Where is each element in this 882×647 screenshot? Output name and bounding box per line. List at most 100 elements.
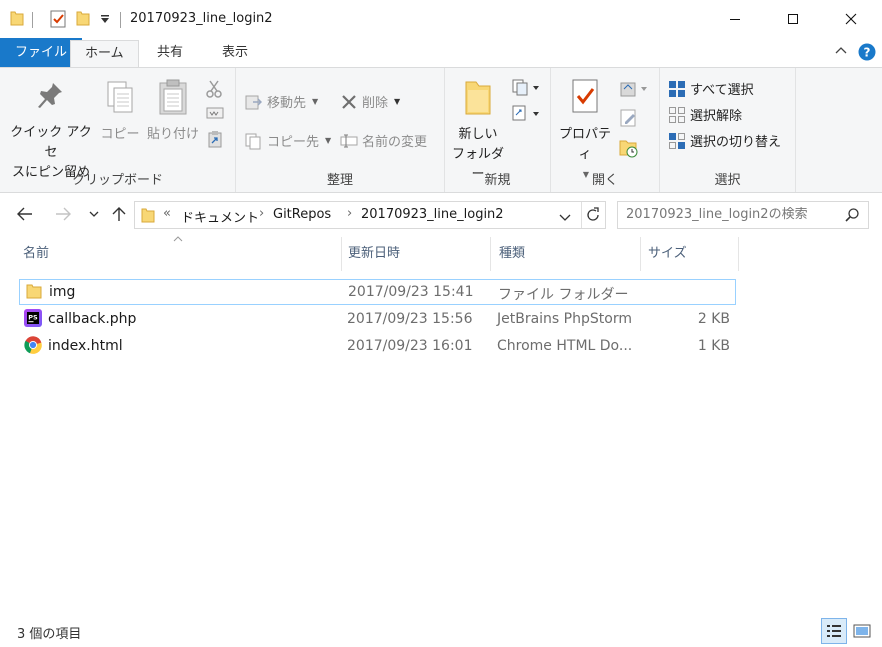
pin-quick-access-button[interactable]: クイック アクセ スにピン留め xyxy=(6,80,96,183)
maximize-button[interactable] xyxy=(764,0,822,38)
column-header-size[interactable]: サイズ xyxy=(642,237,738,271)
phpstorm-icon: PS xyxy=(24,309,42,331)
search-input[interactable] xyxy=(626,207,836,222)
copy-icon xyxy=(107,81,133,113)
column-divider[interactable] xyxy=(640,237,641,271)
tab-view[interactable]: 表示 xyxy=(208,40,262,68)
column-header-type[interactable]: 種類 xyxy=(493,237,641,271)
copy-button[interactable]: コピー xyxy=(100,80,140,145)
minimize-icon xyxy=(730,19,740,20)
open-group: プロパティ ▼ 開く xyxy=(551,68,660,192)
column-divider[interactable] xyxy=(490,237,491,271)
status-bar: 3 個の項目 xyxy=(0,614,882,647)
close-icon xyxy=(845,13,857,25)
select-all-icon xyxy=(669,80,685,97)
select-all-button[interactable]: すべて選択 xyxy=(668,79,754,98)
window-title: 20170923_line_login2 xyxy=(130,11,273,26)
large-icons-view-button[interactable] xyxy=(849,618,875,644)
open-icon[interactable] xyxy=(619,80,649,101)
back-arrow-icon xyxy=(17,207,32,221)
title-divider xyxy=(120,12,121,28)
file-name: callback.php xyxy=(48,311,137,327)
recent-locations-button[interactable] xyxy=(83,203,105,225)
new-folder-quick-icon[interactable] xyxy=(76,10,90,29)
folder-icon xyxy=(141,207,155,226)
organize-group-label: 整理 xyxy=(326,173,353,188)
breadcrumb-overflow[interactable]: « xyxy=(163,206,171,221)
address-divider xyxy=(581,202,582,228)
new-item-icon[interactable] xyxy=(511,78,541,99)
collapse-ribbon-icon[interactable] xyxy=(834,44,848,58)
clipboard-group: クイック アクセ スにピン留め コピー 貼り付け クリップボード xyxy=(0,68,236,192)
large-icons-view-icon xyxy=(853,624,871,638)
copy-to-icon xyxy=(245,133,261,149)
tab-home[interactable]: ホーム xyxy=(70,40,139,69)
rename-button[interactable]: 名前の変更 xyxy=(340,131,427,150)
breadcrumb-current-folder[interactable]: 20170923_line_login2 xyxy=(361,207,504,222)
select-none-button[interactable]: 選択解除 xyxy=(668,105,742,124)
tab-share[interactable]: 共有 xyxy=(143,40,197,68)
cut-icon[interactable] xyxy=(206,80,222,101)
file-type: JetBrains PhpStorm xyxy=(497,311,632,327)
column-header-name[interactable]: 名前 xyxy=(17,237,341,271)
invert-selection-button[interactable]: 選択の切り替え xyxy=(668,131,781,150)
file-name: img xyxy=(49,284,76,300)
svg-text:?: ? xyxy=(864,46,871,60)
file-row-callback-php[interactable]: PS callback.php 2017/09/23 15:56 JetBrai… xyxy=(19,307,736,333)
title-bar: 20170923_line_login2 xyxy=(0,0,882,38)
history-icon[interactable] xyxy=(619,138,639,161)
details-view-button[interactable] xyxy=(821,618,847,644)
column-divider[interactable] xyxy=(738,237,739,271)
move-to-icon xyxy=(245,95,262,109)
file-size: 1 KB xyxy=(697,338,730,354)
breadcrumb-gitrepos[interactable]: GitRepos xyxy=(273,207,331,222)
file-type: Chrome HTML Do... xyxy=(497,338,633,354)
paste-button[interactable]: 貼り付け xyxy=(144,78,202,145)
file-name: index.html xyxy=(48,338,123,354)
organize-group: 移動先 ▼ コピー先 ▼ 削除 ▼ 名前の変更 整理 xyxy=(236,68,445,192)
file-modified: 2017/09/23 15:56 xyxy=(347,311,473,327)
properties-icon xyxy=(572,79,598,113)
file-row-img[interactable]: img 2017/09/23 15:41 ファイル フォルダー xyxy=(19,279,736,305)
column-header-modified[interactable]: 更新日時 xyxy=(342,237,490,271)
ribbon: クイック アクセ スにピン留め コピー 貼り付け クリップボード 移動先 ▼ コ… xyxy=(0,67,882,193)
invert-selection-icon xyxy=(669,132,685,149)
folder-icon xyxy=(10,10,24,29)
chevron-down-icon xyxy=(89,211,99,217)
paste-shortcut-icon[interactable] xyxy=(207,130,223,151)
pin-icon xyxy=(38,83,62,108)
properties-quick-icon[interactable] xyxy=(50,10,66,31)
breadcrumb-separator-icon[interactable]: › xyxy=(347,206,352,221)
open-group-label: 開く xyxy=(591,173,618,188)
forward-button[interactable] xyxy=(52,203,74,225)
forward-arrow-icon xyxy=(56,207,71,221)
easy-access-icon[interactable] xyxy=(511,104,541,125)
ribbon-tabs: ファイル ホーム 共有 表示 ? xyxy=(0,38,882,69)
up-button[interactable] xyxy=(108,203,130,225)
breadcrumb-separator-icon[interactable]: › xyxy=(259,206,264,221)
chrome-icon xyxy=(24,336,42,358)
file-modified: 2017/09/23 15:41 xyxy=(348,284,474,300)
address-bar[interactable]: « ドキュメント › GitRepos › 20170923_line_logi… xyxy=(134,201,606,229)
maximize-icon xyxy=(788,14,798,24)
edit-icon[interactable] xyxy=(619,108,639,131)
file-row-index-html[interactable]: index.html 2017/09/23 16:01 Chrome HTML … xyxy=(19,334,736,360)
refresh-icon[interactable] xyxy=(585,207,601,226)
copy-path-icon[interactable] xyxy=(206,106,224,123)
minimize-button[interactable] xyxy=(706,0,764,38)
back-button[interactable] xyxy=(14,203,36,225)
search-box[interactable] xyxy=(617,201,869,229)
breadcrumb-documents[interactable]: ドキュメント xyxy=(181,207,259,226)
paste-icon xyxy=(159,79,187,115)
delete-button[interactable]: 削除 ▼ xyxy=(340,92,400,111)
address-history-icon[interactable] xyxy=(559,211,571,225)
move-to-button[interactable]: 移動先 ▼ xyxy=(245,92,318,111)
search-icon[interactable] xyxy=(845,208,859,225)
customize-toolbar-icon[interactable] xyxy=(100,13,110,27)
new-group-label: 新規 xyxy=(484,173,511,188)
close-button[interactable] xyxy=(822,0,880,38)
folder-icon xyxy=(26,283,42,303)
item-count: 3 個の項目 xyxy=(17,627,82,642)
copy-to-button[interactable]: コピー先 ▼ xyxy=(245,131,331,150)
help-icon[interactable]: ? xyxy=(858,43,876,64)
